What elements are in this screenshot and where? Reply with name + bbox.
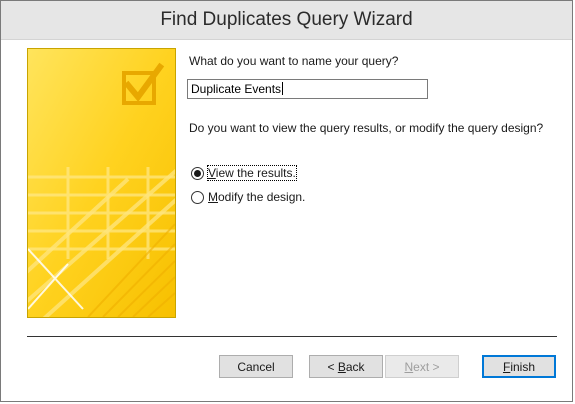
back-button[interactable]: < Back — [309, 355, 383, 378]
modify-design-label: Modify the design. — [208, 190, 306, 204]
footer-divider — [27, 336, 557, 337]
cancel-button[interactable]: Cancel — [219, 355, 293, 378]
next-button[interactable]: Next > — [385, 355, 459, 378]
wizard-illustration — [27, 48, 176, 318]
view-results-option[interactable]: View the results. — [191, 165, 297, 181]
wizard-art-graphic — [28, 49, 175, 317]
modify-design-option[interactable]: Modify the design. — [191, 190, 305, 204]
query-name-prompt: What do you want to name your query? — [189, 54, 399, 68]
wizard-content: What do you want to name your query? Dup… — [1, 40, 572, 401]
query-name-value: Duplicate Events — [191, 82, 282, 96]
view-or-modify-prompt: Do you want to view the query results, o… — [189, 121, 544, 135]
window-title: Find Duplicates Query Wizard — [1, 1, 572, 40]
finish-button[interactable]: Finish — [482, 355, 556, 378]
find-duplicates-wizard-dialog: Find Duplicates Query Wizard What do you… — [0, 0, 573, 402]
text-caret — [282, 82, 284, 95]
query-name-input[interactable]: Duplicate Events — [187, 79, 428, 99]
radio-checked-icon[interactable] — [191, 166, 204, 180]
radio-unchecked-icon[interactable] — [191, 190, 204, 204]
view-results-label: View the results. — [207, 165, 297, 181]
